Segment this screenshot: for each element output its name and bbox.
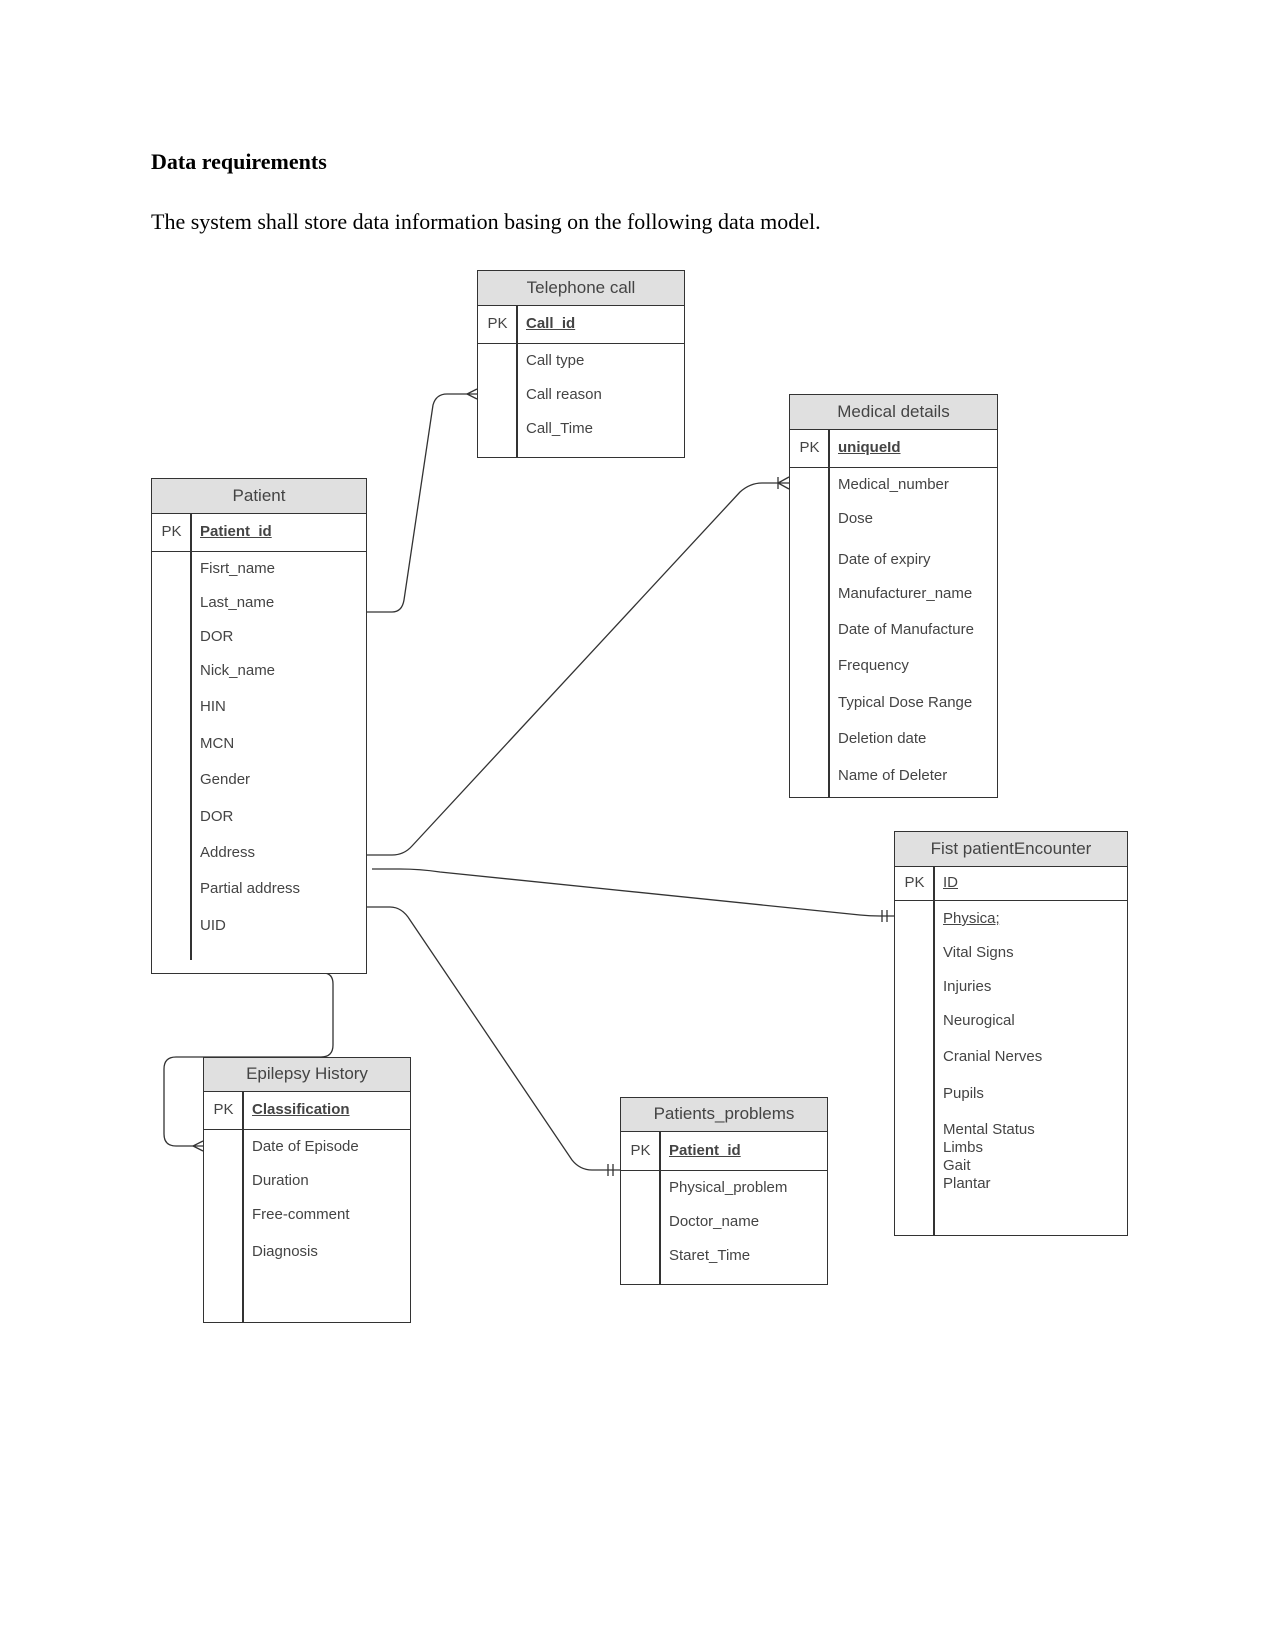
entity-title: Fist patientEncounter bbox=[895, 832, 1127, 867]
pk-row: PK Patient_id bbox=[152, 514, 366, 552]
attribute: Mental Status bbox=[943, 1121, 1035, 1138]
entity-first-patient-encounter[interactable]: Fist patientEncounter PK ID Physica; Vit… bbox=[894, 831, 1128, 1236]
attribute: UID bbox=[200, 917, 226, 934]
pk-label: PK bbox=[799, 439, 820, 456]
attribute: Limbs bbox=[943, 1139, 984, 1156]
attribute: Pupils bbox=[943, 1085, 984, 1102]
attribute: Duration bbox=[252, 1172, 309, 1189]
attribute: Deletion date bbox=[838, 730, 927, 747]
entity-title: Medical details bbox=[790, 395, 997, 430]
column-divider bbox=[933, 867, 935, 1235]
pk-field: ID bbox=[943, 874, 958, 891]
attribute: Diagnosis bbox=[252, 1243, 318, 1260]
pk-label: PK bbox=[487, 315, 508, 332]
attribute: Neurogical bbox=[943, 1012, 1015, 1029]
pk-field: uniqueId bbox=[838, 439, 901, 456]
entity-epilepsy-history[interactable]: Epilepsy History PK Classification Date … bbox=[203, 1057, 411, 1323]
attribute: Manufacturer_name bbox=[838, 585, 973, 602]
attribute: Call type bbox=[526, 352, 585, 369]
attribute: Call reason bbox=[526, 386, 602, 403]
attribute: Injuries bbox=[943, 978, 992, 995]
attribute: Fisrt_name bbox=[200, 560, 276, 577]
column-divider bbox=[516, 306, 518, 457]
attribute: Gait bbox=[943, 1157, 971, 1174]
pk-label: PK bbox=[213, 1101, 234, 1118]
attribute: Gender bbox=[200, 771, 251, 788]
attribute: Physica; bbox=[943, 910, 1000, 927]
pk-row: PK uniqueId bbox=[790, 430, 997, 468]
attribute: DOR bbox=[200, 808, 234, 825]
attribute: Typical Dose Range bbox=[838, 694, 973, 711]
pk-field: Classification bbox=[252, 1101, 350, 1118]
attribute: Dose bbox=[838, 510, 874, 527]
attribute: MCN bbox=[200, 735, 235, 752]
attribute: Date of Episode bbox=[252, 1138, 359, 1155]
connector-patient-encounter bbox=[372, 868, 894, 917]
pk-field: Patient_id bbox=[200, 523, 272, 540]
pk-row: PK Classification bbox=[204, 1092, 410, 1130]
entity-medical-details[interactable]: Medical details PK uniqueId Medical_numb… bbox=[789, 394, 998, 798]
entity-title: Patients_problems bbox=[621, 1098, 827, 1132]
pk-row: PK Patient_id bbox=[621, 1132, 827, 1171]
attribute: Frequency bbox=[838, 657, 909, 674]
pk-row: PK Call_id bbox=[478, 306, 684, 344]
attribute: Free-comment bbox=[252, 1206, 350, 1223]
connector-patient-medical bbox=[365, 482, 789, 856]
attribute: Plantar bbox=[943, 1175, 991, 1192]
entity-title: Epilepsy History bbox=[204, 1058, 410, 1092]
connector-patient-telephone bbox=[365, 393, 477, 613]
attribute: Vital Signs bbox=[943, 944, 1014, 961]
entity-patient[interactable]: Patient PK Patient_id Fisrt_name Last_na… bbox=[151, 478, 367, 974]
entity-telephone-call[interactable]: Telephone call PK Call_id Call type Call… bbox=[477, 270, 685, 458]
attribute: Nick_name bbox=[200, 662, 276, 679]
attribute: Staret_Time bbox=[669, 1247, 751, 1264]
attribute: Doctor_name bbox=[669, 1213, 760, 1230]
attribute: Medical_number bbox=[838, 476, 949, 493]
pk-row: PK ID bbox=[895, 867, 1127, 901]
attribute: Date of Manufacture bbox=[838, 621, 974, 638]
column-divider bbox=[659, 1132, 661, 1284]
attribute: Cranial Nerves bbox=[943, 1048, 1043, 1065]
attribute: DOR bbox=[200, 628, 234, 645]
pk-label: PK bbox=[904, 874, 925, 891]
column-divider bbox=[242, 1092, 244, 1322]
attribute: Call_Time bbox=[526, 420, 593, 437]
pk-label: PK bbox=[630, 1142, 651, 1159]
attribute: Name of Deleter bbox=[838, 767, 948, 784]
attribute: Partial address bbox=[200, 880, 301, 897]
attribute: Physical_problem bbox=[669, 1179, 788, 1196]
column-divider bbox=[828, 430, 830, 797]
attribute: Last_name bbox=[200, 594, 275, 611]
pk-label: PK bbox=[161, 523, 182, 540]
attribute: Date of expiry bbox=[838, 551, 931, 568]
entity-title: Telephone call bbox=[478, 271, 684, 306]
entity-patients-problems[interactable]: Patients_problems PK Patient_id Physical… bbox=[620, 1097, 828, 1285]
attribute: HIN bbox=[200, 698, 226, 715]
attribute: Address bbox=[200, 844, 256, 861]
column-divider bbox=[190, 514, 192, 960]
entity-title: Patient bbox=[152, 479, 366, 514]
pk-field: Patient_id bbox=[669, 1142, 741, 1159]
pk-field: Call_id bbox=[526, 315, 576, 332]
